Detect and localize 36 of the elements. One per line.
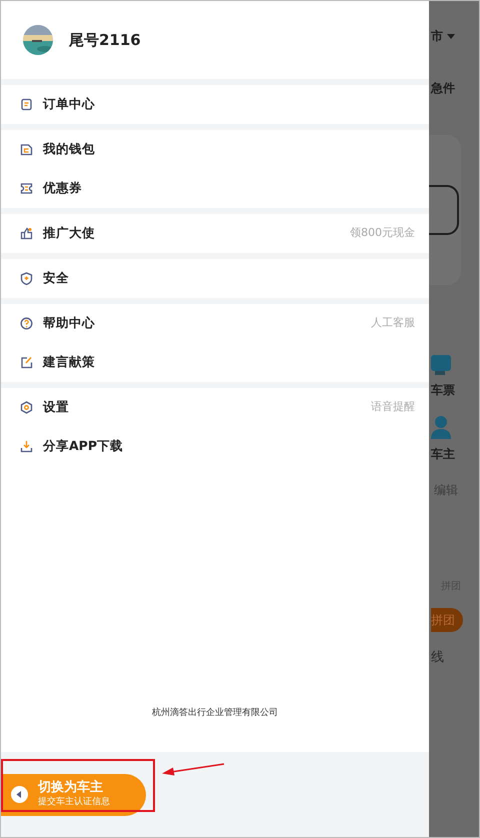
menu-label: 帮助中心 (43, 314, 95, 332)
menu-item[interactable]: 建言献策 (1, 343, 429, 382)
menu-item[interactable]: 推广大使 领800元现金 (1, 214, 429, 253)
menu-hint: 领800元现金 (350, 225, 415, 242)
menu-hint: 人工客服 (371, 315, 415, 332)
user-name: 尾号2116 (69, 30, 141, 51)
menu-item[interactable]: 优惠券 (1, 169, 429, 208)
menu-label: 分享APP下载 (43, 437, 123, 456)
menu-item[interactable]: 订单中心 (1, 85, 429, 124)
menu-label: 优惠券 (43, 179, 82, 198)
ticket-icon (20, 182, 33, 195)
help-icon (20, 317, 33, 330)
menu-hint: 语音提醒 (371, 399, 415, 416)
edit-icon (20, 356, 33, 369)
shield-icon (20, 272, 33, 285)
caret-icon[interactable] (447, 34, 455, 38)
menu-item[interactable]: 我的钱包 (1, 130, 429, 169)
menu-label: 设置 (43, 398, 69, 416)
company-name: 杭州滴答出行企业管理有限公司 (151, 706, 279, 720)
settings-icon (20, 401, 33, 414)
menu-label: 我的钱包 (43, 140, 95, 158)
menu-item[interactable]: 分享APP下载 (1, 427, 429, 466)
menu-item[interactable]: 帮助中心 人工客服 (1, 304, 429, 343)
wallet-icon (20, 143, 33, 156)
menu-item[interactable]: 安全 (1, 259, 429, 298)
menu-label: 安全 (43, 269, 69, 288)
menu-item[interactable]: 设置 语音提醒 (1, 388, 429, 427)
menu-label: 推广大使 (43, 224, 95, 242)
download-icon (20, 440, 33, 453)
back-icon (11, 786, 28, 803)
menu-label: 建言献策 (43, 353, 95, 372)
thumbs-up-icon (20, 227, 33, 240)
bus-icon[interactable] (431, 355, 451, 377)
annotation-arrow (161, 762, 225, 778)
menu-label: 订单中心 (43, 95, 95, 114)
document-icon (20, 98, 33, 111)
